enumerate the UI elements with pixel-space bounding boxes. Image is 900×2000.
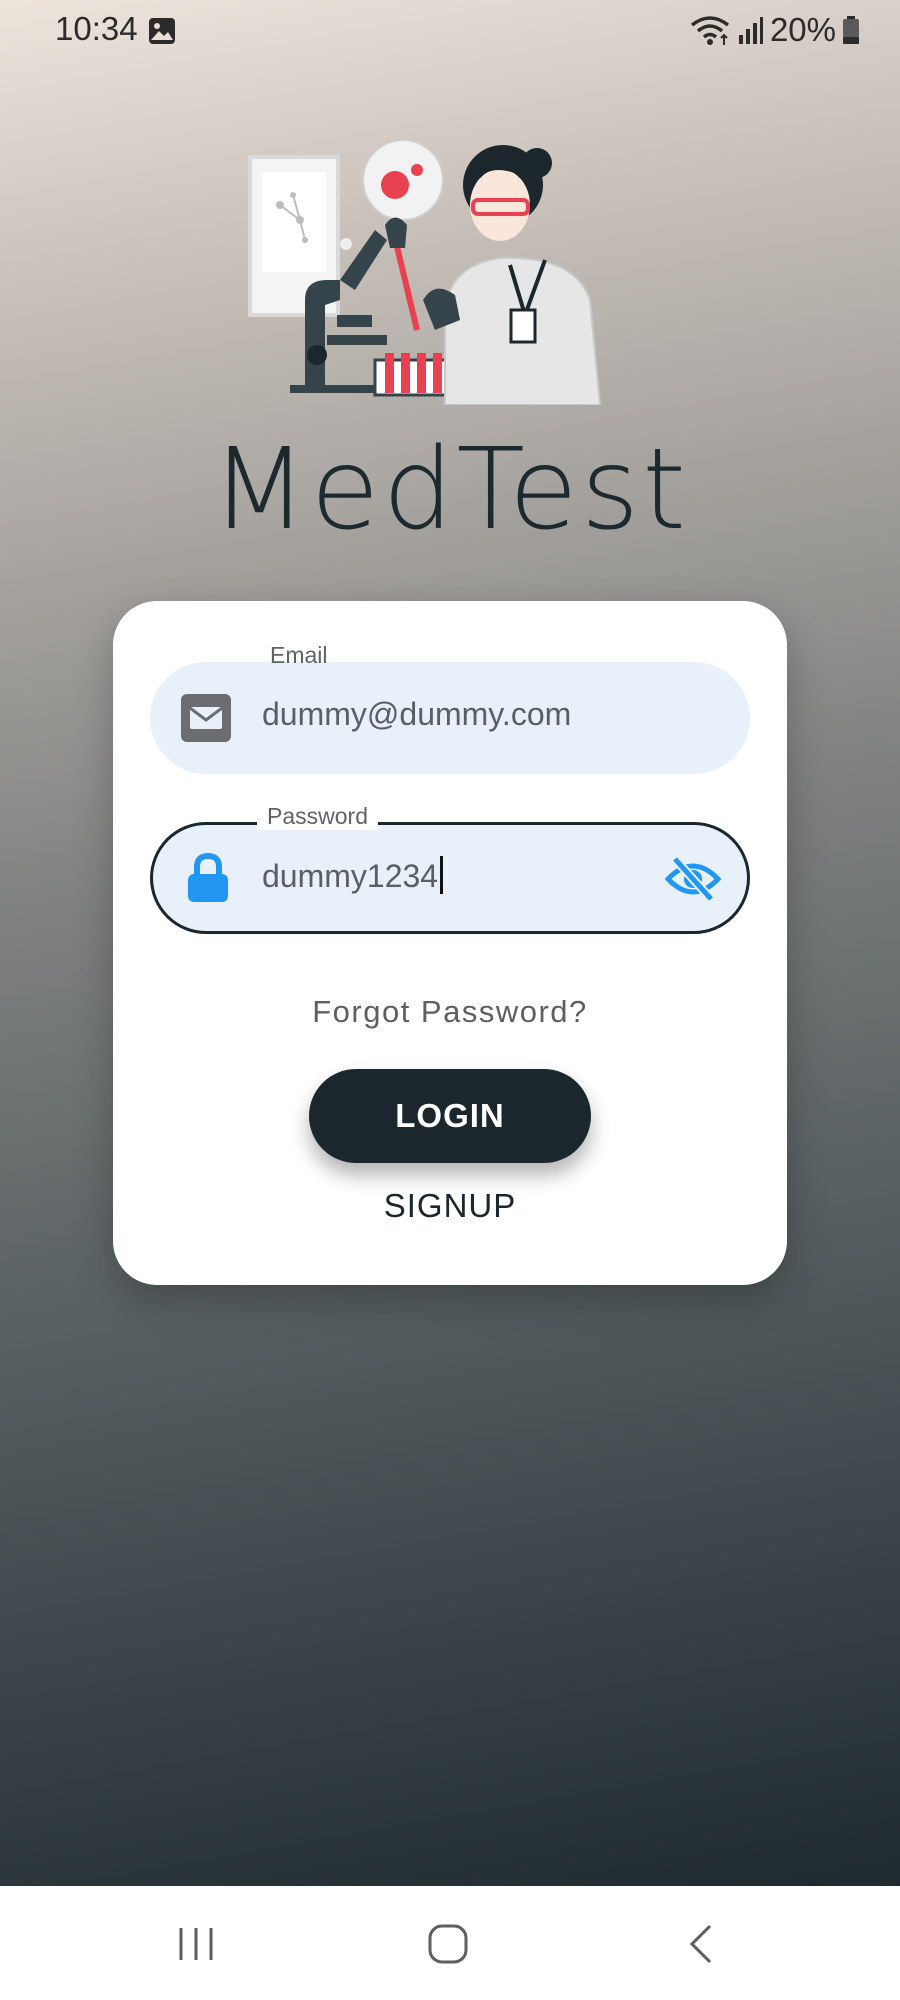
text-cursor xyxy=(440,856,444,894)
navigation-bar xyxy=(0,1886,900,2000)
login-card: Email dummy@dummy.com Password dummy1234 xyxy=(113,601,787,1285)
status-time: 10:34 xyxy=(55,10,138,47)
email-value[interactable]: dummy@dummy.com xyxy=(262,696,571,733)
recent-apps-icon[interactable] xyxy=(166,1916,226,1972)
forgot-password-link[interactable]: Forgot Password? xyxy=(113,994,787,1030)
password-field[interactable]: Password dummy1234 xyxy=(150,803,750,934)
battery-icon xyxy=(843,16,859,44)
battery-percent: 20% xyxy=(769,11,836,48)
email-label: Email xyxy=(270,642,328,668)
eye-off-icon[interactable] xyxy=(665,851,721,907)
wifi-icon xyxy=(690,16,730,45)
login-button[interactable]: LOGIN xyxy=(309,1069,591,1163)
password-text: dummy1234 xyxy=(262,858,439,894)
signal-icon xyxy=(738,17,763,44)
login-screen: 10:34 20% MedTest Email dummy@dummy.com … xyxy=(0,0,900,1886)
gallery-icon xyxy=(149,18,175,44)
lock-icon xyxy=(188,852,228,902)
status-bar: 10:34 20% xyxy=(0,0,900,62)
email-field[interactable]: Email dummy@dummy.com xyxy=(150,642,750,774)
back-icon[interactable] xyxy=(672,1916,732,1972)
signup-button[interactable]: SIGNUP xyxy=(113,1187,787,1225)
mail-icon xyxy=(181,694,231,742)
status-right: 20% xyxy=(688,10,860,50)
home-icon[interactable] xyxy=(418,1916,478,1972)
password-label: Password xyxy=(257,803,378,830)
lab-scientist-illustration xyxy=(248,139,602,405)
app-title: MedTest xyxy=(210,425,690,555)
password-value[interactable]: dummy1234 xyxy=(262,856,444,895)
